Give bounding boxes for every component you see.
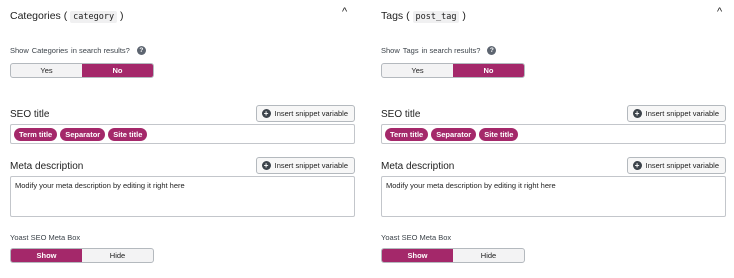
search-visibility-toggle: Yes No <box>10 63 154 78</box>
snippet-tag[interactable]: Site title <box>479 127 519 141</box>
yes-option[interactable]: Yes <box>382 64 453 77</box>
chevron-up-icon[interactable]: ^ <box>717 6 722 18</box>
question-prefix: Show <box>381 46 400 55</box>
show-option[interactable]: Show <box>11 249 82 262</box>
meta-box-toggle: Show Hide <box>381 248 525 263</box>
button-label: Insert snippet variable <box>645 161 719 170</box>
search-visibility-question: Show Categories in search results? ? <box>10 46 146 55</box>
button-label: Insert snippet variable <box>645 109 719 118</box>
plus-circle-icon: + <box>632 109 642 118</box>
snippet-tag[interactable]: Term title <box>14 127 58 141</box>
insert-snippet-variable-button[interactable]: + Insert snippet variable <box>626 105 726 122</box>
panel-title: Tags <box>381 10 404 22</box>
seo-title-field[interactable]: Term title Separator Site title <box>10 124 355 144</box>
meta-box-label: Yoast SEO Meta Box <box>10 233 81 242</box>
hide-option[interactable]: Hide <box>82 249 153 262</box>
question-suffix: in search results? <box>71 46 130 55</box>
question-prefix: Show <box>10 46 29 55</box>
search-visibility-question: Show Tags in search results? ? <box>381 46 497 55</box>
meta-description-field[interactable]: Modify your meta description by editing … <box>10 176 355 217</box>
taxonomy-slug: post_tag <box>412 11 460 23</box>
snippet-tag[interactable]: Separator <box>60 127 106 141</box>
search-visibility-toggle: Yes No <box>381 63 525 78</box>
no-option[interactable]: No <box>453 64 524 77</box>
plus-circle-icon: + <box>261 109 271 118</box>
chevron-up-icon[interactable]: ^ <box>342 6 347 18</box>
meta-description-label: Meta description <box>381 161 455 172</box>
snippet-tag[interactable]: Site title <box>108 127 148 141</box>
button-label: Insert snippet variable <box>274 161 348 170</box>
insert-snippet-variable-button[interactable]: + Insert snippet variable <box>626 157 726 174</box>
insert-snippet-variable-button[interactable]: + Insert snippet variable <box>255 157 355 174</box>
tags-panel: Tags ( post_tag ) ^ Show Tags in search … <box>371 0 728 278</box>
plus-circle-icon: + <box>261 161 271 170</box>
taxonomy-slug: category <box>70 11 118 23</box>
meta-box-label: Yoast SEO Meta Box <box>381 233 452 242</box>
question-name: Tags <box>402 46 419 55</box>
panel-heading: Tags ( post_tag ) <box>381 10 466 23</box>
seo-title-label: SEO title <box>10 109 50 120</box>
meta-description-field[interactable]: Modify your meta description by editing … <box>381 176 726 217</box>
button-label: Insert snippet variable <box>274 109 348 118</box>
question-suffix: in search results? <box>421 46 481 55</box>
plus-circle-icon: + <box>632 161 642 170</box>
show-option[interactable]: Show <box>382 249 453 262</box>
panel-title: Categories <box>10 10 61 22</box>
help-icon[interactable]: ? <box>487 46 497 55</box>
meta-description-label: Meta description <box>10 161 84 172</box>
insert-snippet-variable-button[interactable]: + Insert snippet variable <box>255 105 355 122</box>
seo-title-label: SEO title <box>381 109 421 120</box>
help-icon[interactable]: ? <box>136 46 146 55</box>
no-option[interactable]: No <box>82 64 153 77</box>
panel-heading: Categories ( category ) <box>10 10 124 23</box>
categories-panel: Categories ( category ) ^ Show Categorie… <box>0 0 357 278</box>
question-name: Categories <box>31 46 69 55</box>
snippet-tag[interactable]: Separator <box>431 127 477 141</box>
snippet-tag[interactable]: Term title <box>385 127 429 141</box>
yes-option[interactable]: Yes <box>11 64 82 77</box>
meta-box-toggle: Show Hide <box>10 248 154 263</box>
hide-option[interactable]: Hide <box>453 249 524 262</box>
seo-title-field[interactable]: Term title Separator Site title <box>381 124 726 144</box>
